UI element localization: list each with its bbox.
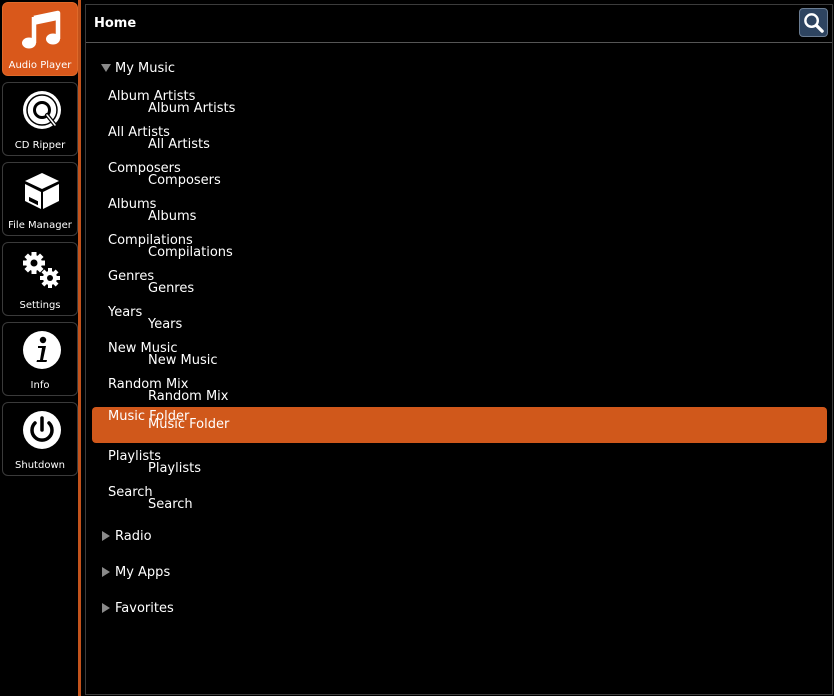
header-bar: Home [86, 5, 832, 43]
triangle-right-icon [100, 566, 112, 578]
tree-item-label: Music Folder [148, 417, 230, 432]
search-button[interactable] [799, 8, 828, 37]
tree-item-label: Years [148, 317, 183, 332]
music-note-icon [21, 9, 63, 51]
tree-item-albums[interactable]: Albums Albums [92, 197, 827, 235]
triangle-right-icon [100, 602, 112, 614]
sidebar-divider [78, 0, 81, 696]
app-shutdown[interactable]: Shutdown [2, 402, 78, 476]
search-icon [804, 13, 824, 33]
app-label: CD Ripper [14, 140, 66, 151]
app-label: Info [30, 380, 50, 391]
app-info[interactable]: Info [2, 322, 78, 396]
tree-node-favorites[interactable]: Favorites [86, 591, 832, 627]
tree-item-music-folder[interactable]: Music Folder Music Folder [92, 407, 827, 443]
gears-icon [21, 249, 63, 291]
main-panel: Home My Music Album Artists Album Artist… [85, 4, 833, 695]
tree-item-new-music[interactable]: New Music New Music [92, 341, 827, 379]
tree-item-label: Album Artists [148, 101, 236, 116]
tree-item-label: New Music [148, 353, 218, 368]
tree-node-label: My Apps [115, 565, 171, 580]
app-label: Audio Player [8, 60, 72, 71]
tree-node-radio[interactable]: Radio [86, 519, 832, 555]
app-label: File Manager [8, 220, 72, 231]
app-file-manager[interactable]: File Manager [2, 162, 78, 236]
tree-item-genres[interactable]: Genres Genres [92, 269, 827, 307]
tree-item-label: Random Mix [148, 389, 229, 404]
app-settings[interactable]: Settings [2, 242, 78, 316]
tree-item-all-artists[interactable]: All Artists All Artists [92, 125, 827, 163]
triangle-down-icon [100, 62, 112, 74]
tree-item-label: Playlists [148, 461, 201, 476]
tree-item-album-artists[interactable]: Album Artists Album Artists [92, 89, 827, 127]
info-icon [21, 329, 63, 371]
tree-node-my-apps[interactable]: My Apps [86, 555, 832, 591]
tree-item-label: Albums [148, 209, 197, 224]
tree-item-label: Composers [148, 173, 221, 188]
disc-icon [21, 89, 63, 131]
tree-node-my-music[interactable]: My Music [86, 51, 832, 87]
tree-node-label: Favorites [115, 601, 174, 616]
app-label: Shutdown [15, 460, 65, 471]
tree-item-label: Compilations [148, 245, 233, 260]
tree-item-label: Search [148, 497, 193, 512]
tree-item-label: Search [108, 485, 153, 500]
tree-node-label: My Music [115, 61, 176, 76]
app-audio-player[interactable]: Audio Player [2, 2, 78, 76]
app-cd-ripper[interactable]: CD Ripper [2, 82, 78, 156]
page-title: Home [94, 16, 137, 31]
tree-item-composers[interactable]: Composers Composers [92, 161, 827, 199]
tree-item-playlists[interactable]: Playlists Playlists [92, 449, 827, 487]
tree-item-label: Genres [148, 281, 195, 296]
tree-item-label: Years [108, 305, 143, 320]
tree-item-years[interactable]: Years Years [92, 305, 827, 343]
triangle-right-icon [100, 530, 112, 542]
tree-item-label: All Artists [148, 137, 210, 152]
tree-item-compilations[interactable]: Compilations Compilations [92, 233, 827, 271]
app-label: Settings [19, 300, 61, 311]
power-icon [21, 409, 63, 451]
tree-item-search[interactable]: Search Search [92, 485, 827, 523]
box-icon [21, 169, 63, 211]
tree-node-label: Radio [115, 529, 152, 544]
app-sidebar: Audio Player CD Ripper File Manager Sett… [0, 0, 78, 696]
